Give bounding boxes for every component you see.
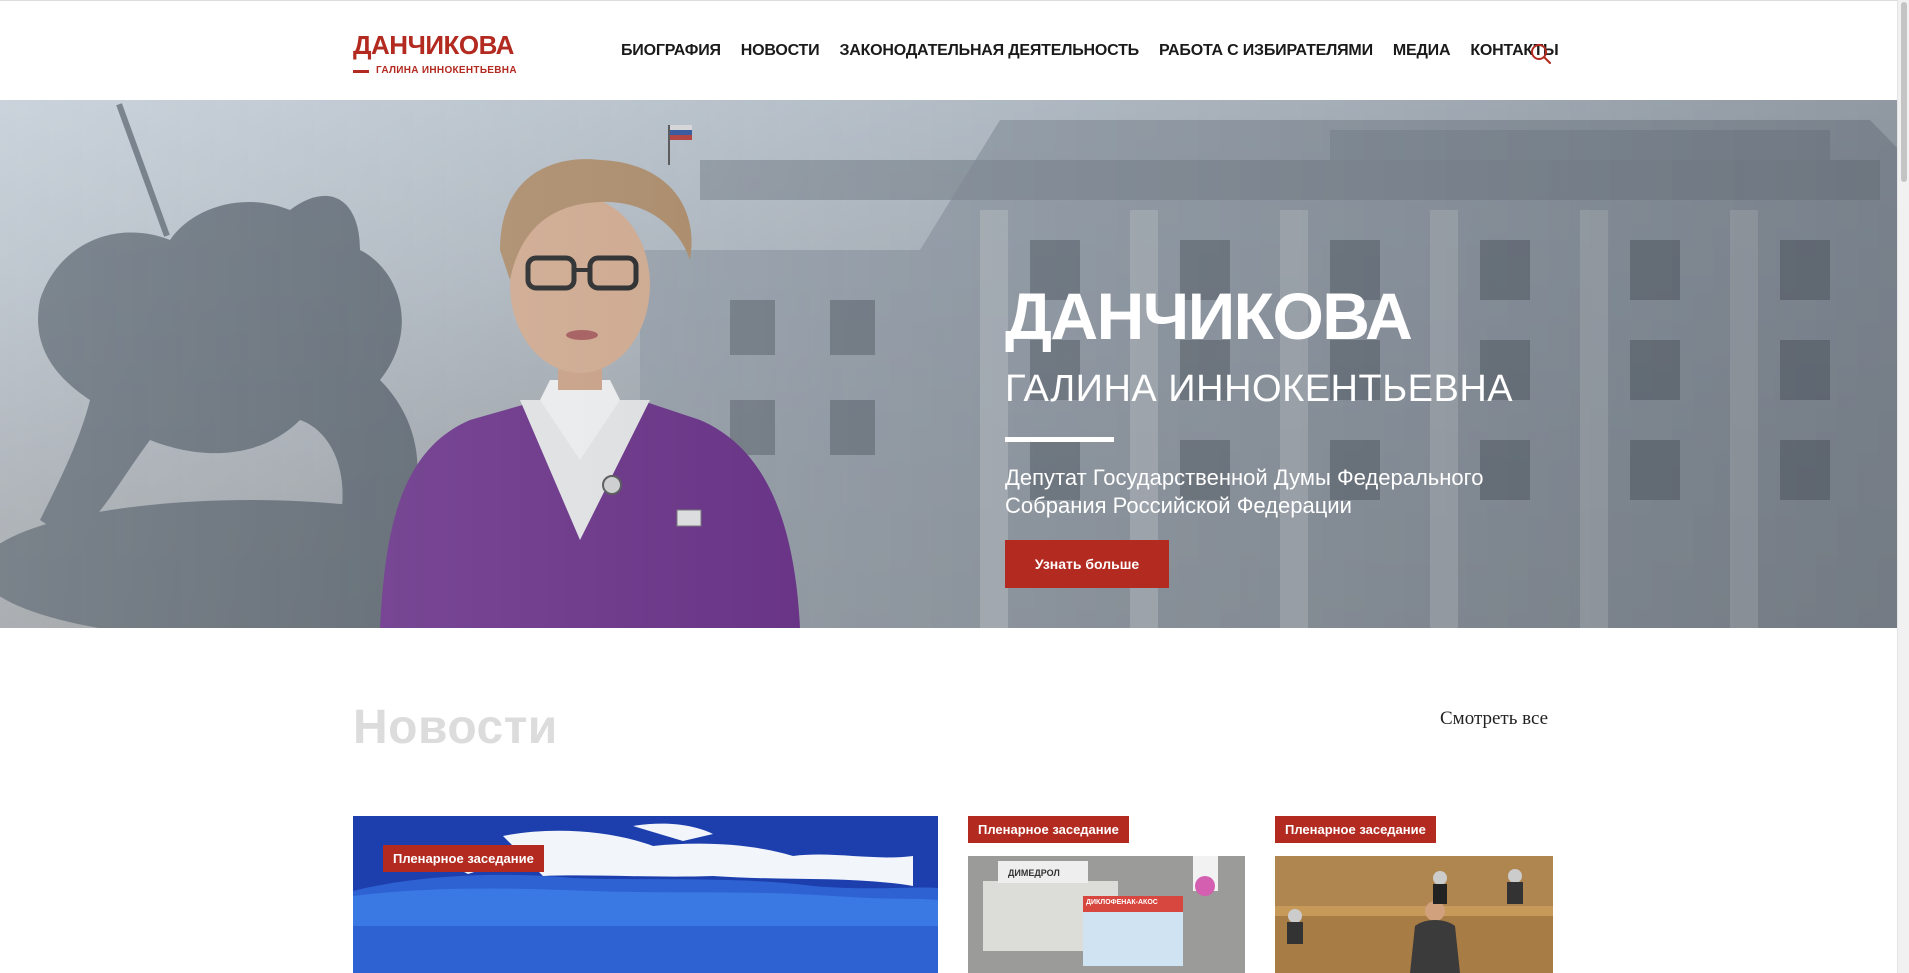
news-card-image[interactable]: ДИМЕДРОЛ ДИКЛОФЕНАК-АКОС	[968, 856, 1245, 973]
learn-more-button[interactable]: Узнать больше	[1005, 540, 1169, 588]
search-icon[interactable]	[1530, 43, 1552, 65]
hero-title: ДАНЧИКОВА	[1005, 279, 1413, 353]
news-tag[interactable]: Пленарное заседание	[968, 816, 1129, 843]
hero-description: Депутат Государственной Думы Федеральног…	[1005, 465, 1484, 518]
news-tag[interactable]: Пленарное заседание	[383, 845, 544, 872]
hero-overlay	[0, 100, 1909, 628]
main-nav: БИОГРАФИЯ НОВОСТИ ЗАКОНОДАТЕЛЬНАЯ ДЕЯТЕЛ…	[621, 42, 1578, 60]
parliament-image	[1275, 856, 1553, 973]
scrollbar-thumb[interactable]	[1901, 2, 1907, 182]
news-card-image[interactable]	[353, 816, 938, 973]
medicine-box-label: ДИМЕДРОЛ	[1008, 868, 1060, 878]
map-image	[353, 816, 938, 973]
nav-item-legislation[interactable]: ЗАКОНОДАТЕЛЬНАЯ ДЕЯТЕЛЬНОСТЬ	[839, 42, 1139, 60]
news-card-image[interactable]	[1275, 856, 1553, 973]
nav-item-media[interactable]: МЕДИА	[1393, 42, 1451, 60]
page-scrollbar[interactable]	[1897, 0, 1909, 973]
medicine-box-label-2: ДИКЛОФЕНАК-АКОС	[1086, 899, 1158, 906]
see-all-link[interactable]: Смотреть все	[1440, 708, 1548, 730]
nav-item-biography[interactable]: БИОГРАФИЯ	[621, 42, 721, 60]
news-tag[interactable]: Пленарное заседание	[1275, 816, 1436, 843]
hero-banner: ДАНЧИКОВА ГАЛИНА ИННОКЕНТЬЕВНА Депутат Г…	[0, 100, 1909, 628]
nav-item-news[interactable]: НОВОСТИ	[741, 42, 820, 60]
hero-divider	[1005, 437, 1114, 442]
news-section-title: Новости	[353, 701, 558, 754]
nav-item-voters[interactable]: РАБОТА С ИЗБИРАТЕЛЯМИ	[1159, 42, 1373, 60]
site-header: ДАНЧИКОВА ГАЛИНА ИННОКЕНТЬЕВНА БИОГРАФИЯ…	[0, 0, 1909, 100]
hero-subtitle: ГАЛИНА ИННОКЕНТЬЕВНА	[1005, 368, 1514, 410]
logo-title: ДАНЧИКОВА	[353, 30, 514, 60]
site-logo[interactable]: ДАНЧИКОВА ГАЛИНА ИННОКЕНТЬЕВНА	[353, 31, 517, 76]
logo-subtitle: ГАЛИНА ИННОКЕНТЬЕВНА	[353, 65, 517, 76]
